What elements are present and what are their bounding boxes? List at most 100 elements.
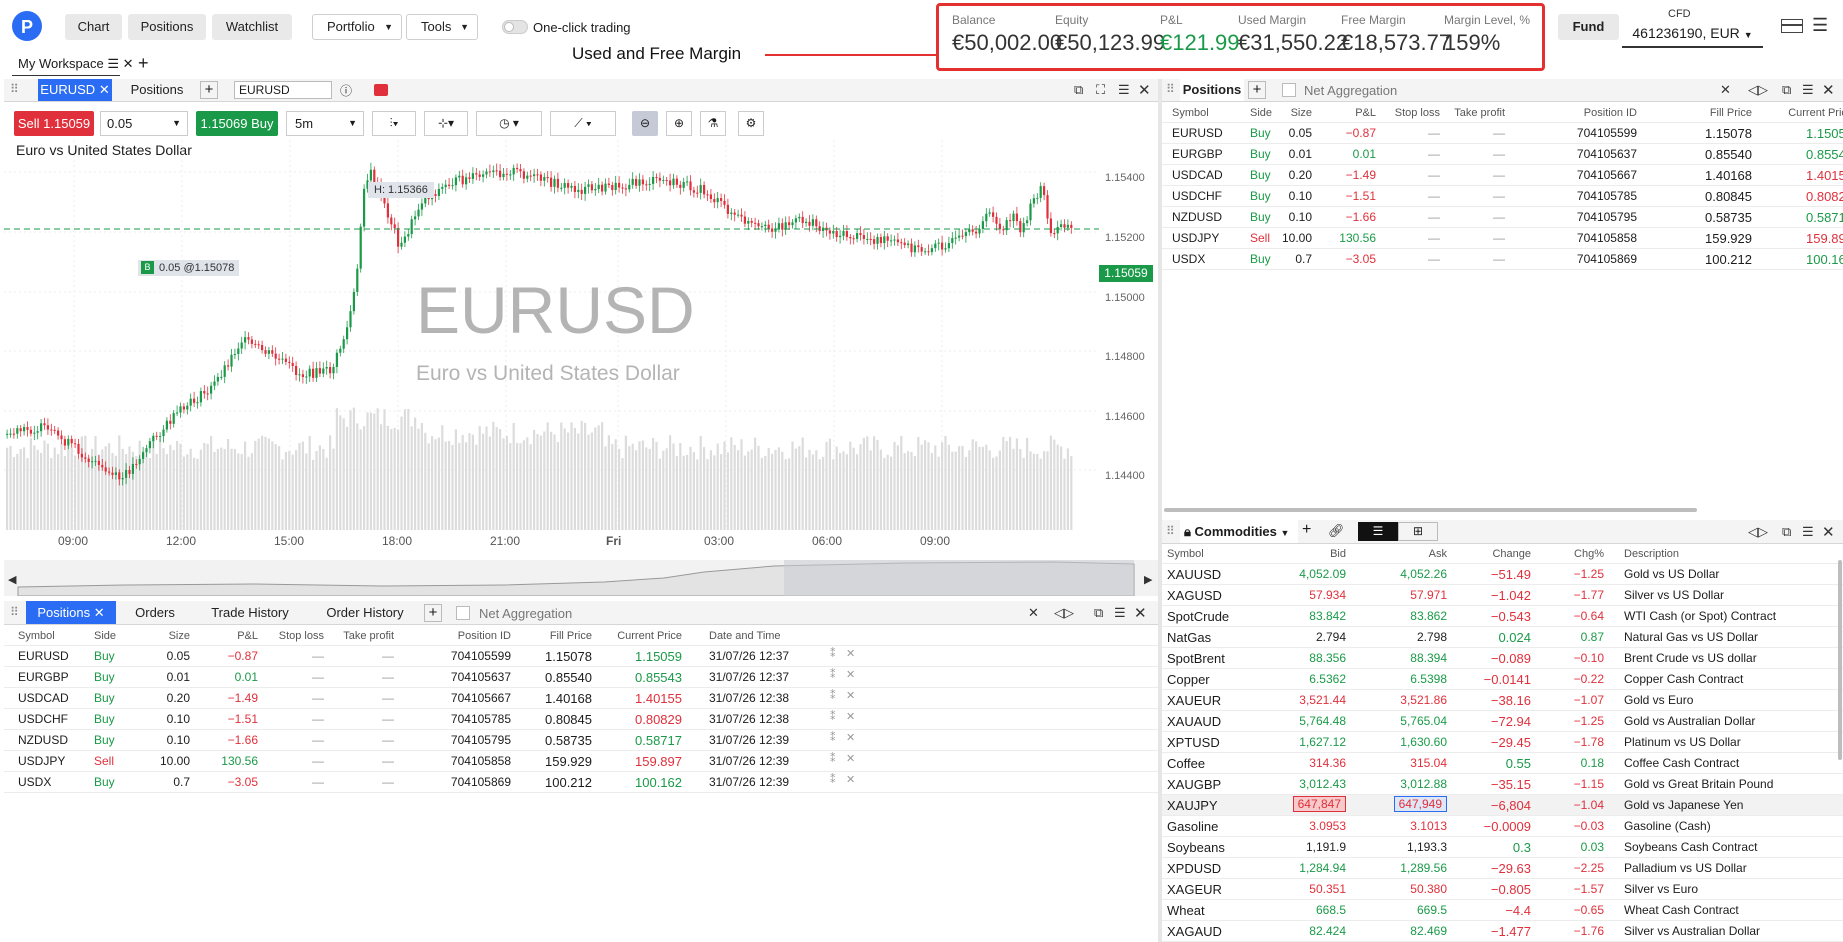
- buy-button[interactable]: 1.15069 Buy: [196, 111, 278, 136]
- table-row[interactable]: EURGBP Buy 0.01 0.01 — — 704105637 0.85540 0.855…: [1162, 144, 1843, 165]
- positions-button[interactable]: Positions: [128, 14, 206, 40]
- amount-input[interactable]: 0.05 ▼: [100, 111, 188, 136]
- watchlist-row[interactable]: XPTUSD 1,627.12 1,630.60 −29.45 −1.78 Platinu…: [1162, 732, 1843, 753]
- tools-dropdown[interactable]: Tools ▼: [406, 14, 478, 40]
- close-icon[interactable]: ✕: [1138, 81, 1151, 99]
- close-icon[interactable]: ✕: [99, 82, 110, 97]
- add-symbol-icon[interactable]: +: [1302, 521, 1311, 539]
- watchlist-row[interactable]: Soybeans 1,191.9 1,193.3 0.3 0.03 Soybeans Ca…: [1162, 837, 1843, 858]
- account-selector[interactable]: 461236190, EUR ▼: [1622, 22, 1763, 48]
- table-row[interactable]: NZDUSD Buy 0.10 −1.66 — — 704105795 0.58735 0.58…: [4, 730, 1158, 751]
- chart-button[interactable]: Chart: [65, 14, 122, 40]
- table-row[interactable]: EURGBP Buy 0.01 0.01 — — 704105637 0.85540 0.855…: [4, 667, 1158, 688]
- watchlist-row[interactable]: XAUJPY 647,847 647,949 −6,804 −1.04 Gold vs J…: [1162, 795, 1843, 816]
- net-aggregation-checkbox[interactable]: [1282, 83, 1296, 97]
- portfolio-dropdown[interactable]: Portfolio ▼: [312, 14, 402, 40]
- edit-position-icon[interactable]: ⁑: [830, 710, 836, 723]
- close-icon[interactable]: ✕: [1822, 523, 1835, 541]
- table-row[interactable]: USDJPY Sell 10.00 130.56 — — 704105858 159.929 1…: [1162, 228, 1843, 249]
- popout-icon[interactable]: ⧉: [1782, 524, 1791, 540]
- watchlist-row[interactable]: Wheat 668.5 669.5 −4.4 −0.65 Wheat Cash Contr…: [1162, 900, 1843, 921]
- watchlist-row[interactable]: NatGas 2.794 2.798 0.024 0.87 Natural Gas vs …: [1162, 627, 1843, 648]
- watchlist-selector[interactable]: 🔒︎ Commodities ▼: [1180, 520, 1298, 543]
- tab-bottom-positions[interactable]: Positions ✕: [26, 601, 116, 624]
- split-icon[interactable]: ◁▷: [1748, 524, 1768, 540]
- menu-icon[interactable]: ☰: [1812, 15, 1828, 36]
- watchlist-row[interactable]: Gasoline 3.0953 3.1013 −0.0009 −0.03 Gasoline…: [1162, 816, 1843, 837]
- split-icon[interactable]: ◁▷: [1748, 82, 1768, 98]
- close-icon[interactable]: ✕: [123, 56, 134, 71]
- add-tab-icon[interactable]: +: [424, 604, 442, 622]
- edit-position-icon[interactable]: ⁑: [830, 647, 836, 660]
- watchlist-row[interactable]: Coffee 314.36 315.04 0.55 0.18 Coffee Cash Co…: [1162, 753, 1843, 774]
- close-icon[interactable]: ✕: [1720, 82, 1731, 98]
- watchlist-row[interactable]: XAUUSD 4,052.09 4,052.26 −51.49 −1.25 Gold vs…: [1162, 564, 1843, 585]
- table-row[interactable]: EURUSD Buy 0.05 −0.87 — — 704105599 1.15078 1.15…: [1162, 123, 1843, 144]
- menu-icon[interactable]: ☰: [1802, 82, 1814, 98]
- chart-navigator[interactable]: ◀ ▶: [4, 560, 1158, 596]
- tab-trade-history[interactable]: Trade History: [196, 601, 304, 624]
- edit-position-icon[interactable]: ⁑: [830, 773, 836, 786]
- menu-icon[interactable]: ☰: [1802, 524, 1814, 540]
- close-position-icon[interactable]: ✕: [846, 773, 855, 786]
- close-position-icon[interactable]: ✕: [846, 689, 855, 702]
- table-row[interactable]: NZDUSD Buy 0.10 −1.66 — — 704105795 0.58735 0.58…: [1162, 207, 1843, 228]
- tab-order-history[interactable]: Order History: [310, 601, 420, 624]
- drag-handle-icon[interactable]: ⠿: [10, 605, 19, 619]
- tab-eurusd[interactable]: EURUSD ✕: [38, 79, 112, 101]
- watchlist-button[interactable]: Watchlist: [212, 14, 292, 40]
- chart-type-icon[interactable]: ⫶▾: [372, 111, 416, 136]
- table-row[interactable]: USDX Buy 0.7 −3.05 — — 704105869 100.212 100.162…: [4, 772, 1158, 793]
- watchlist-row[interactable]: XAGEUR 50.351 50.380 −0.805 −1.57 Silver vs E…: [1162, 879, 1843, 900]
- drag-handle-icon[interactable]: ⠿: [10, 82, 19, 96]
- table-row[interactable]: USDCAD Buy 0.20 −1.49 — — 704105667 1.40168 1.40…: [1162, 165, 1843, 186]
- watchlist-row[interactable]: XAUGBP 3,012.43 3,012.88 −35.15 −1.15 Gold vs…: [1162, 774, 1843, 795]
- grid-view-icon[interactable]: ⊞: [1398, 522, 1438, 541]
- add-workspace-icon[interactable]: +: [138, 53, 149, 74]
- settings-gear-icon[interactable]: ⚙: [738, 111, 764, 136]
- link-icon[interactable]: 🔗︎: [1328, 523, 1345, 539]
- one-click-toggle[interactable]: [502, 20, 528, 34]
- edit-position-icon[interactable]: ⁑: [830, 731, 836, 744]
- fund-button[interactable]: Fund: [1558, 14, 1619, 40]
- zoom-out-icon[interactable]: ⊖: [632, 111, 658, 136]
- popout-icon[interactable]: ⧉: [1094, 605, 1103, 621]
- table-row[interactable]: USDCAD Buy 0.20 −1.49 — — 704105667 1.40168 1.40…: [4, 688, 1158, 709]
- close-position-icon[interactable]: ✕: [846, 710, 855, 723]
- edit-position-icon[interactable]: ⁑: [830, 668, 836, 681]
- vertical-scrollbar[interactable]: [1838, 560, 1842, 760]
- close-icon[interactable]: ✕: [94, 605, 105, 620]
- clock-icon[interactable]: ◷ ▾: [476, 111, 542, 136]
- menu-icon[interactable]: ☰: [1114, 605, 1126, 621]
- watchlist-row[interactable]: SpotCrude 83.842 83.862 −0.543 −0.64 WTI Cash…: [1162, 606, 1843, 627]
- watchlist-row[interactable]: SpotBrent 88.356 88.394 −0.089 −0.10 Brent Cr…: [1162, 648, 1843, 669]
- list-view-icon[interactable]: ☰: [1358, 522, 1398, 541]
- flask-icon[interactable]: ⚗: [700, 111, 726, 136]
- drag-handle-icon[interactable]: ⠿: [1166, 82, 1175, 96]
- tab-positions-right[interactable]: Positions: [1180, 79, 1244, 101]
- horizontal-scrollbar[interactable]: [1164, 508, 1697, 512]
- tab-chart-positions[interactable]: Positions: [120, 79, 194, 101]
- table-row[interactable]: EURUSD Buy 0.05 −0.87 — — 704105599 1.15078 1.15…: [4, 646, 1158, 667]
- add-tab-icon[interactable]: +: [1248, 81, 1266, 99]
- edit-position-icon[interactable]: ⁑: [830, 752, 836, 765]
- zoom-in-icon[interactable]: ⊕: [666, 111, 692, 136]
- watchlist-row[interactable]: XAUAUD 5,764.48 5,765.04 −72.94 −1.25 Gold vs…: [1162, 711, 1843, 732]
- table-row[interactable]: USDCHF Buy 0.10 −1.51 — — 704105785 0.80845 0.80…: [1162, 186, 1843, 207]
- workspace-tab[interactable]: My Workspace ☰ ✕: [18, 56, 134, 72]
- net-aggregation-checkbox[interactable]: [456, 606, 470, 620]
- info-icon[interactable]: ⓘ: [340, 82, 352, 99]
- watchlist-row[interactable]: XPDUSD 1,284.94 1,289.56 −29.63 −2.25 Palladi…: [1162, 858, 1843, 879]
- menu-icon[interactable]: ☰: [1118, 82, 1130, 98]
- drag-handle-icon[interactable]: ⠿: [1166, 524, 1175, 538]
- menu-icon[interactable]: ☰: [107, 56, 119, 71]
- drawing-tool-icon[interactable]: ⟋ ▾: [550, 111, 616, 136]
- add-tab-icon[interactable]: +: [200, 81, 218, 99]
- app-logo[interactable]: P: [12, 11, 42, 41]
- table-row[interactable]: USDX Buy 0.7 −3.05 — — 704105869 100.212 100.162: [1162, 249, 1843, 270]
- fullscreen-icon[interactable]: ⛶: [1096, 82, 1105, 98]
- record-icon[interactable]: [374, 84, 388, 96]
- timeframe-select[interactable]: 5m ▼: [286, 111, 364, 136]
- sell-button[interactable]: Sell 1.15059: [14, 111, 94, 136]
- close-icon[interactable]: ✕: [1134, 604, 1147, 622]
